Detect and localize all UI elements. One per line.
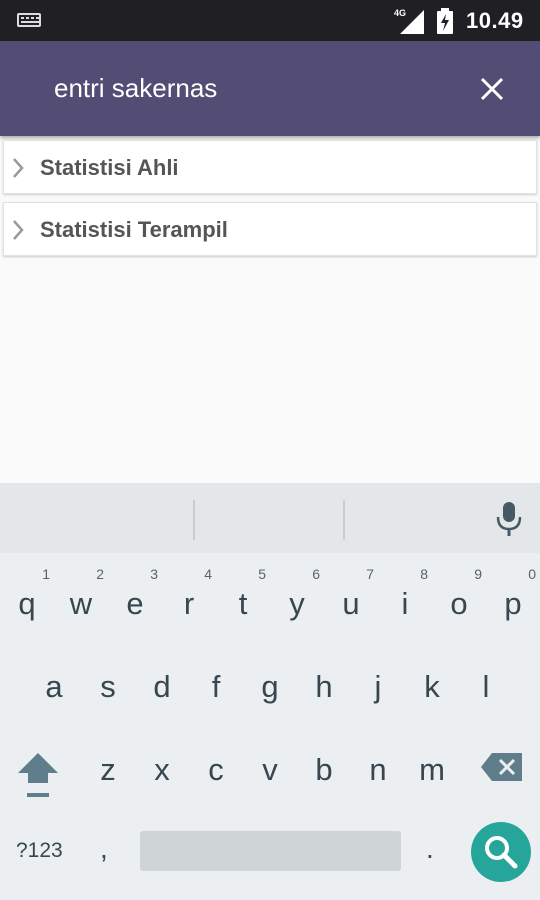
key-number-hint: 8 (420, 566, 428, 582)
key-char: a (45, 669, 63, 704)
key-c[interactable]: c (189, 732, 243, 802)
key-char: d (153, 669, 171, 704)
key-char: i (401, 586, 409, 621)
search-icon (485, 836, 518, 869)
key-char: b (315, 752, 333, 787)
key-r[interactable]: 4r (162, 566, 216, 636)
key-char: t (238, 586, 248, 621)
search-key[interactable] (471, 822, 531, 882)
key-b[interactable]: b (297, 732, 351, 802)
result-label: Statistisi Terampil (40, 217, 228, 242)
key-number-hint: 9 (474, 566, 482, 582)
key-x[interactable]: x (135, 732, 189, 802)
key-char: f (211, 669, 221, 704)
search-toolbar (0, 41, 540, 136)
key-w[interactable]: 2w (54, 566, 108, 636)
key-number-hint: 2 (96, 566, 104, 582)
key-char: m (419, 752, 445, 787)
key-char: x (154, 752, 170, 787)
key-n[interactable]: n (351, 732, 405, 802)
key-v[interactable]: v (243, 732, 297, 802)
key-char: n (369, 752, 387, 787)
key-i[interactable]: 8i (378, 566, 432, 636)
key-e[interactable]: 3e (108, 566, 162, 636)
key-f[interactable]: f (189, 649, 243, 719)
key-char: u (342, 586, 360, 621)
key-char: o (450, 586, 468, 621)
key-char: l (482, 669, 490, 704)
result-item-statistisi-ahli[interactable]: Statistisi Ahli (3, 140, 537, 194)
key-char: j (374, 669, 382, 704)
key-number-hint: 3 (150, 566, 158, 582)
key-char: s (100, 669, 116, 704)
key-char: e (126, 586, 144, 621)
key-char: v (262, 752, 278, 787)
suggestion-divider (193, 500, 195, 540)
comma-key[interactable]: , (100, 833, 108, 865)
search-input[interactable] (54, 68, 434, 108)
result-label: Statistisi Ahli (40, 155, 179, 180)
mic-icon[interactable] (494, 501, 524, 537)
key-j[interactable]: j (351, 649, 405, 719)
key-h[interactable]: h (297, 649, 351, 719)
key-p[interactable]: 0p (486, 566, 540, 636)
key-char: r (183, 586, 195, 621)
soft-keyboard: 1q 2w 3e 4r 5t 6y 7u 8i 9o 0p a s d f g … (0, 483, 540, 900)
key-char: c (208, 752, 224, 787)
chevron-right-icon (13, 220, 24, 240)
key-o[interactable]: 9o (432, 566, 486, 636)
backspace-icon[interactable] (480, 751, 524, 783)
key-char: h (315, 669, 333, 704)
battery-charging-icon (437, 8, 453, 34)
space-key[interactable] (140, 831, 401, 871)
key-number-hint: 4 (204, 566, 212, 582)
key-char: p (504, 586, 522, 621)
key-char: y (289, 586, 305, 621)
key-number-hint: 5 (258, 566, 266, 582)
key-char: g (261, 669, 279, 704)
key-k[interactable]: k (405, 649, 459, 719)
period-key[interactable]: . (426, 833, 434, 865)
status-bar: 4G 10.49 (0, 0, 540, 41)
clock: 10.49 (466, 8, 524, 33)
suggestion-strip[interactable] (0, 483, 540, 553)
key-t[interactable]: 5t (216, 566, 270, 636)
key-char: w (69, 586, 93, 621)
keyboard-icon (17, 13, 41, 27)
result-item-statistisi-terampil[interactable]: Statistisi Terampil (3, 202, 537, 256)
symbols-key[interactable]: ?123 (16, 839, 63, 863)
key-g[interactable]: g (243, 649, 297, 719)
key-number-hint: 0 (528, 566, 536, 582)
key-number-hint: 1 (42, 566, 50, 582)
network-type: 4G (394, 8, 407, 18)
key-m[interactable]: m (405, 732, 459, 802)
key-y[interactable]: 6y (270, 566, 324, 636)
key-d[interactable]: d (135, 649, 189, 719)
key-number-hint: 6 (312, 566, 320, 582)
key-l[interactable]: l (459, 649, 513, 719)
close-icon[interactable] (470, 67, 514, 111)
key-char: k (424, 669, 440, 704)
key-number-hint: 7 (366, 566, 374, 582)
key-a[interactable]: a (27, 649, 81, 719)
key-z[interactable]: z (81, 732, 135, 802)
key-u[interactable]: 7u (324, 566, 378, 636)
chevron-right-icon (13, 158, 24, 178)
key-s[interactable]: s (81, 649, 135, 719)
key-char: z (100, 752, 116, 787)
shift-icon[interactable] (14, 747, 62, 803)
suggestion-divider (343, 500, 345, 540)
key-char: q (18, 586, 36, 621)
key-q[interactable]: 1q (0, 566, 54, 636)
